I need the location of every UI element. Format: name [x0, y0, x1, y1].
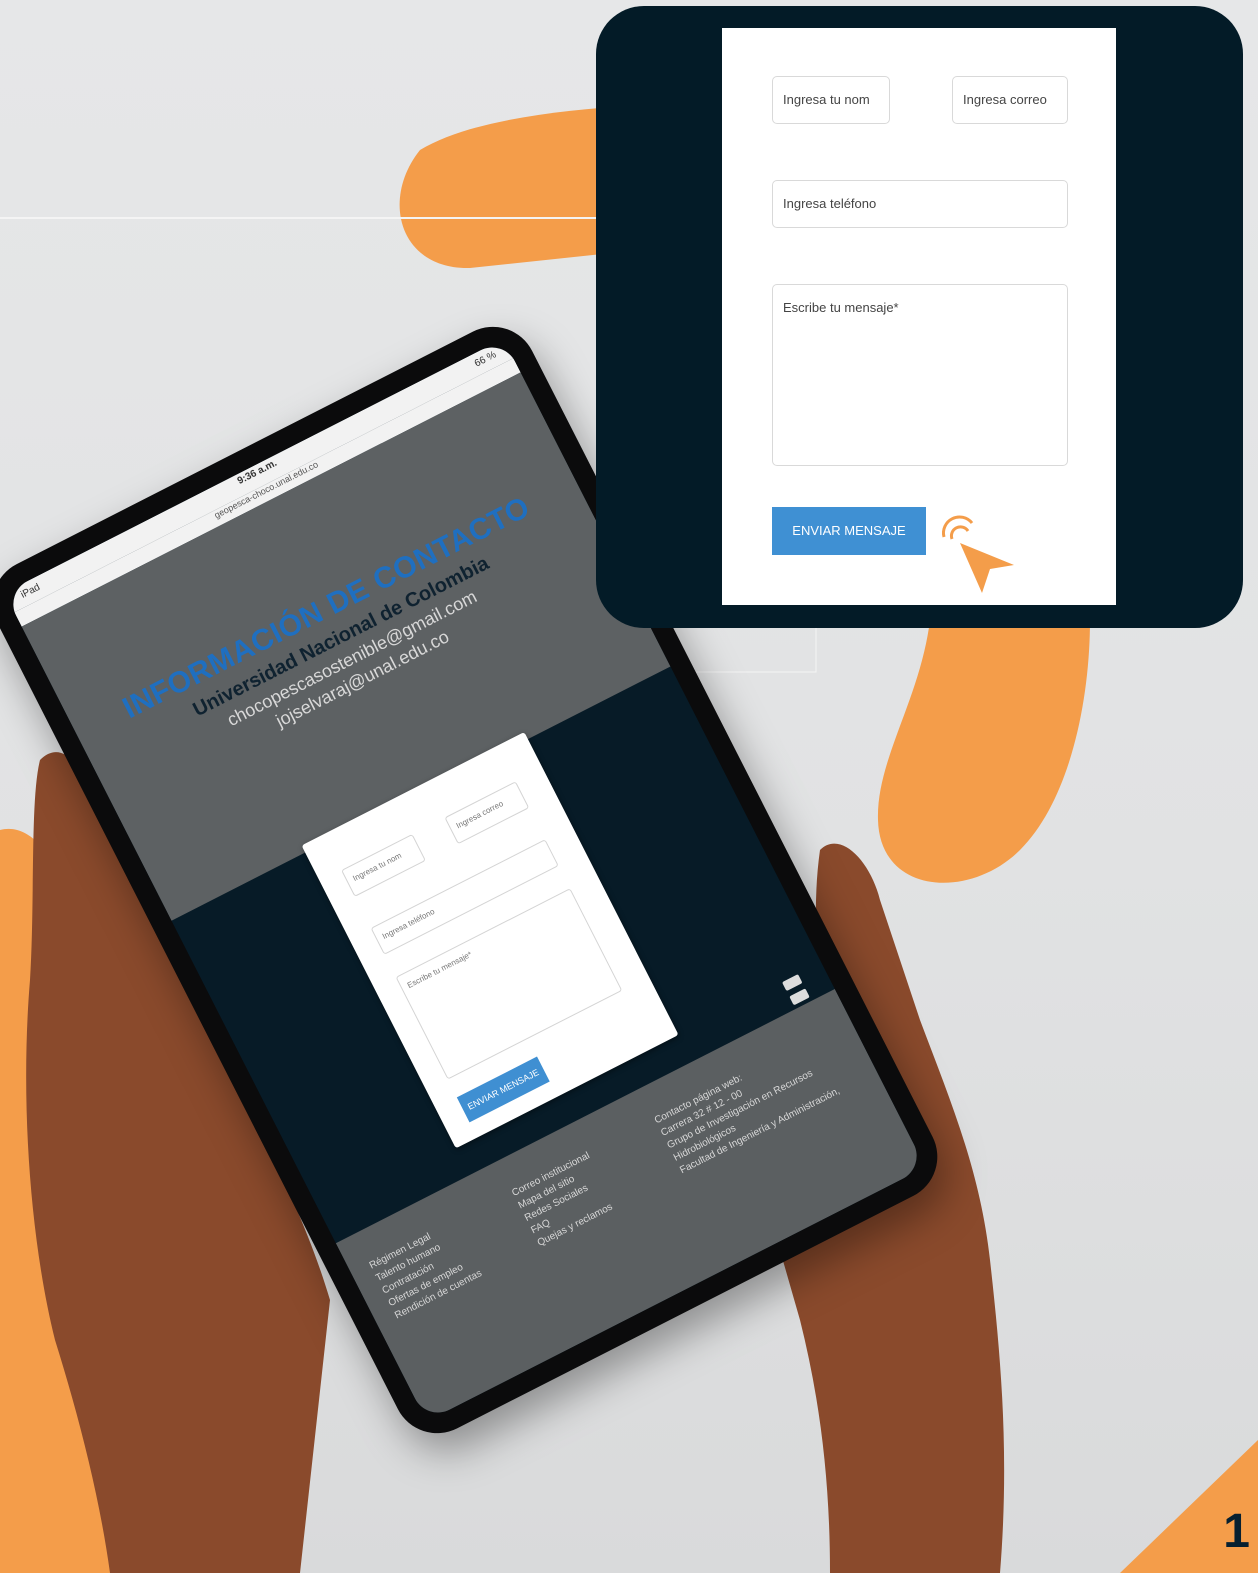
social-icon[interactable] [781, 974, 803, 992]
click-cursor-icon [942, 515, 1014, 593]
orange-blob-right [877, 620, 1090, 883]
name-input[interactable]: Ingresa tu nom [772, 76, 890, 124]
zoomed-form-panel: Ingresa tu nom Ingresa correo Ingresa te… [596, 6, 1243, 628]
footer-column-3: Contacto página web: Carrera 32 # 12 - 0… [652, 1035, 842, 1178]
tablet-email-field[interactable]: Ingresa correo [444, 781, 530, 845]
tablet-name-field[interactable]: Ingresa tu nom [341, 833, 426, 897]
page: { "tablet": { "status": { "device": "iPa… [0, 0, 1258, 1573]
send-message-button[interactable]: ENVIAR MENSAJE [772, 507, 926, 555]
phone-input[interactable]: Ingresa teléfono [772, 180, 1068, 228]
footer-column-2: Correo institucional Mapa del sitio Rede… [510, 1149, 618, 1250]
message-textarea[interactable]: Escribe tu mensaje* [772, 284, 1068, 466]
email-input[interactable]: Ingresa correo [952, 76, 1068, 124]
footer-column-1: Régimen Legal Talento humano Contratació… [367, 1217, 484, 1323]
contact-form: Ingresa tu nom Ingresa correo Ingresa te… [722, 28, 1116, 605]
page-number: 1 [1223, 1505, 1250, 1558]
